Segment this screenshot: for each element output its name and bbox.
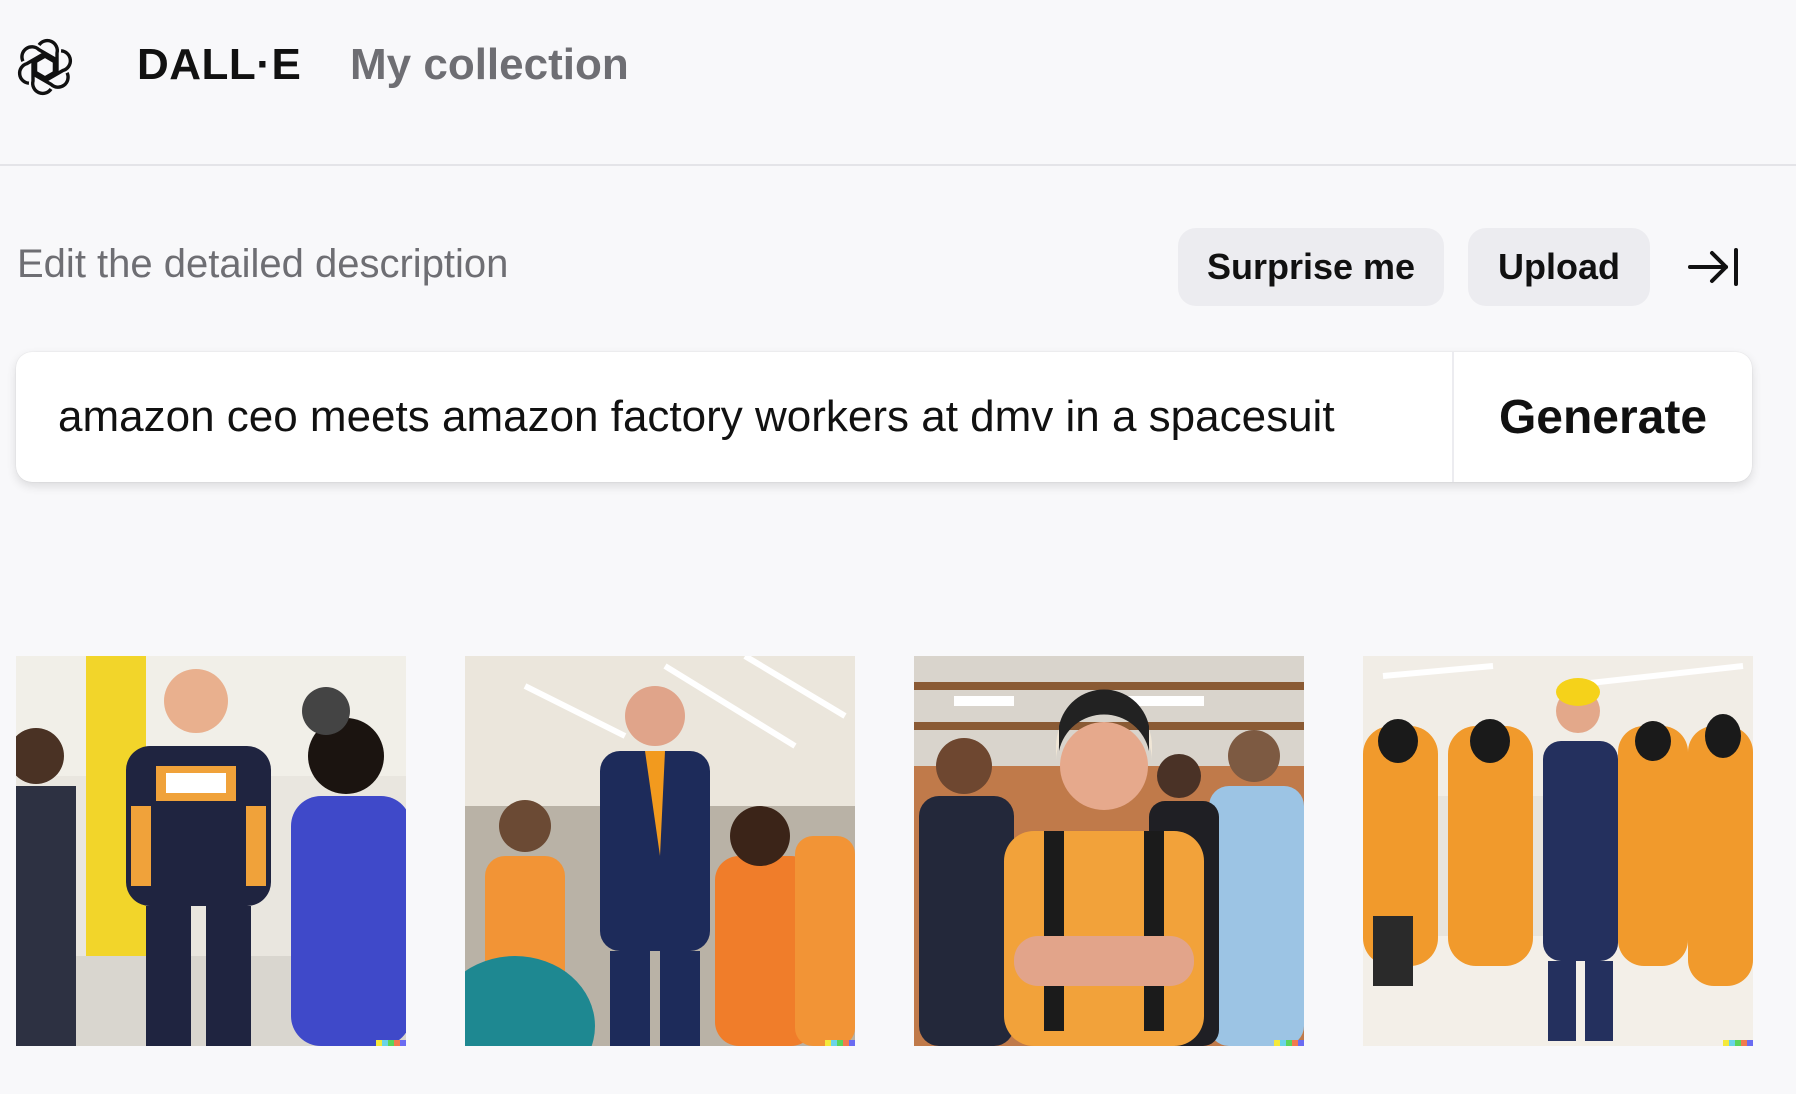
- generated-image-1-picture: [16, 656, 406, 1046]
- brand-title[interactable]: DALL·E: [137, 40, 301, 90]
- surprise-me-button[interactable]: Surprise me: [1178, 228, 1444, 306]
- generate-button[interactable]: Generate: [1454, 352, 1752, 482]
- nav-my-collection[interactable]: My collection: [350, 40, 629, 90]
- openai-logo-icon[interactable]: [14, 36, 76, 98]
- generated-image-2-picture: [465, 656, 855, 1046]
- dalle-watermark: [825, 1040, 855, 1046]
- dalle-watermark: [376, 1040, 406, 1046]
- edit-description-label: Edit the detailed description: [17, 242, 509, 286]
- dalle-watermark: [1723, 1040, 1753, 1046]
- dalle-watermark: [1274, 1040, 1304, 1046]
- prompt-bar: amazon ceo meets amazon factory workers …: [16, 352, 1752, 482]
- generated-image-4-picture: [1363, 656, 1753, 1046]
- arrow-right-to-bar-icon[interactable]: [1686, 244, 1742, 290]
- generated-image-3-picture: [914, 656, 1304, 1046]
- generated-image-2[interactable]: [465, 656, 855, 1046]
- generated-image-1[interactable]: [16, 656, 406, 1046]
- generated-image-3[interactable]: [914, 656, 1304, 1046]
- top-header: DALL·E My collection: [0, 0, 1796, 166]
- upload-button[interactable]: Upload: [1468, 228, 1650, 306]
- prompt-input[interactable]: amazon ceo meets amazon factory workers …: [16, 352, 1452, 482]
- generated-image-4[interactable]: [1363, 656, 1753, 1046]
